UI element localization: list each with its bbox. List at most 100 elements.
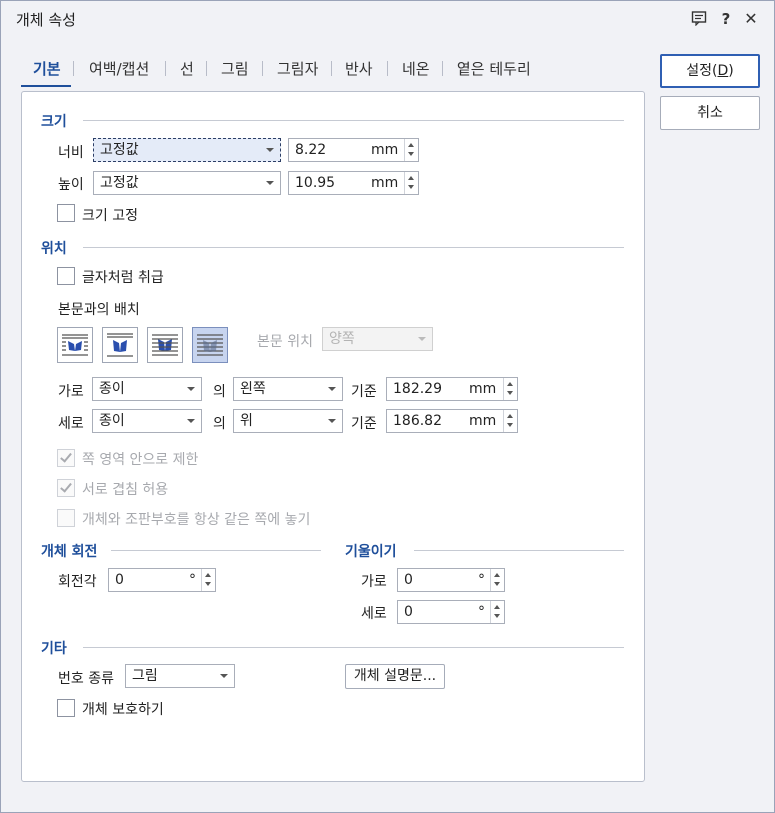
wrap-square-icon[interactable]: [57, 327, 93, 363]
tab-picture[interactable]: 그림: [221, 58, 249, 79]
vertical-ref-value: 종이: [99, 413, 125, 429]
tab-separator: [387, 61, 388, 76]
horizontal-offset-value: 182.29: [393, 381, 442, 397]
comment-icon[interactable]: [690, 10, 708, 28]
section-divider: [83, 247, 624, 248]
spin-up-icon[interactable]: [408, 143, 414, 147]
tab-neon[interactable]: 네온: [402, 58, 430, 79]
tab-separator: [73, 61, 74, 76]
skew-section-title: 기울이기: [345, 544, 397, 560]
spin-down-icon[interactable]: [494, 582, 500, 586]
height-input[interactable]: 10.95 mm: [288, 171, 419, 195]
vertical-align-value: 위: [240, 413, 253, 429]
tab-margin-caption[interactable]: 여백/캡션: [89, 58, 149, 79]
number-type-select[interactable]: 그림: [125, 664, 235, 688]
treat-as-char-checkbox[interactable]: [57, 267, 75, 285]
fix-size-checkbox[interactable]: [57, 204, 75, 222]
spin-up-icon[interactable]: [507, 414, 513, 418]
spin-down-icon[interactable]: [494, 614, 500, 618]
tab-separator: [206, 61, 207, 76]
protect-object-checkbox[interactable]: [57, 699, 75, 717]
height-mode-select[interactable]: 고정값: [93, 171, 281, 195]
section-divider: [83, 120, 624, 121]
of-label: 의: [213, 416, 226, 432]
wrap-top-bottom-icon[interactable]: [102, 327, 138, 363]
rotation-angle-input[interactable]: 0 °: [108, 568, 216, 592]
chevron-down-icon: [328, 419, 336, 423]
degree-unit: °: [189, 572, 196, 588]
spin-up-icon[interactable]: [494, 573, 500, 577]
spin-down-icon[interactable]: [507, 423, 513, 427]
horizontal-ref-select[interactable]: 종이: [92, 377, 202, 401]
tab-line[interactable]: 선: [180, 58, 194, 79]
object-properties-dialog: 개체 속성 ? ✕ 기본 여백/캡션 선 그림 그림자 반사 네온 옅은 테두리…: [0, 0, 775, 813]
rotation-angle-stepper[interactable]: [201, 569, 215, 591]
tab-separator: [262, 61, 263, 76]
vertical-offset-value: 186.82: [393, 413, 442, 429]
spin-up-icon[interactable]: [494, 605, 500, 609]
ok-button-hotkey: D: [717, 63, 729, 79]
base-label: 기준: [351, 384, 377, 400]
degree-unit: °: [478, 604, 485, 620]
body-position-select: 양쪽: [322, 327, 433, 351]
tab-basic[interactable]: 기본: [33, 58, 61, 79]
of-label: 의: [213, 384, 226, 400]
treat-as-char-label: 글자처럼 취급: [82, 270, 164, 286]
height-stepper[interactable]: [404, 172, 418, 194]
vertical-ref-select[interactable]: 종이: [92, 409, 202, 433]
skew-vertical-stepper[interactable]: [490, 601, 504, 623]
horizontal-align-value: 왼쪽: [240, 381, 266, 397]
base-label: 기준: [351, 416, 377, 432]
spin-down-icon[interactable]: [205, 582, 211, 586]
object-description-button[interactable]: 개체 설명문...: [345, 664, 445, 689]
skew-vertical-label: 세로: [361, 606, 387, 622]
body-position-value: 양쪽: [329, 331, 355, 347]
spin-down-icon[interactable]: [408, 185, 414, 189]
vertical-align-select[interactable]: 위: [233, 409, 343, 433]
cancel-button[interactable]: 취소: [660, 96, 760, 130]
spin-up-icon[interactable]: [205, 573, 211, 577]
chevron-down-icon: [220, 674, 228, 678]
allow-overlap-checkbox: [57, 479, 75, 497]
restrict-to-page-label: 쪽 영역 안으로 제한: [82, 452, 199, 468]
ok-button[interactable]: 설정(D): [660, 54, 760, 88]
chevron-down-icon: [187, 419, 195, 423]
size-section-title: 크기: [41, 114, 67, 130]
skew-horizontal-label: 가로: [361, 574, 387, 590]
wrap-label: 본문과의 배치: [58, 302, 140, 318]
skew-horizontal-stepper[interactable]: [490, 569, 504, 591]
horizontal-align-select[interactable]: 왼쪽: [233, 377, 343, 401]
height-label: 높이: [58, 177, 84, 193]
close-icon[interactable]: ✕: [742, 10, 760, 28]
horizontal-offset-input[interactable]: 182.29 mm: [386, 377, 518, 401]
width-input[interactable]: 8.22 mm: [288, 138, 419, 162]
chevron-down-icon: [266, 181, 274, 185]
skew-horizontal-value: 0: [404, 572, 413, 588]
tab-soft-edge[interactable]: 옅은 테두리: [457, 58, 531, 79]
spin-down-icon[interactable]: [507, 391, 513, 395]
width-stepper[interactable]: [404, 139, 418, 161]
tab-reflection[interactable]: 반사: [345, 58, 373, 79]
spin-down-icon[interactable]: [408, 152, 414, 156]
width-mode-select[interactable]: 고정값: [93, 138, 281, 162]
spin-up-icon[interactable]: [408, 176, 414, 180]
body-position-label: 본문 위치: [257, 334, 313, 350]
vertical-offset-stepper[interactable]: [503, 410, 517, 432]
wrap-behind-text-icon[interactable]: [147, 327, 183, 363]
tab-shadow[interactable]: 그림자: [277, 58, 318, 79]
width-label: 너비: [58, 145, 84, 161]
chevron-down-icon: [328, 387, 336, 391]
help-icon[interactable]: ?: [717, 10, 735, 28]
vertical-label: 세로: [58, 416, 84, 432]
rotation-angle-label: 회전각: [58, 574, 97, 590]
vertical-offset-input[interactable]: 186.82 mm: [386, 409, 518, 433]
chevron-down-icon: [187, 387, 195, 391]
wrap-in-front-icon[interactable]: [192, 327, 228, 363]
check-icon: [60, 450, 72, 463]
horizontal-offset-stepper[interactable]: [503, 378, 517, 400]
spin-up-icon[interactable]: [507, 382, 513, 386]
same-page-label: 개체와 조판부호를 항상 같은 쪽에 놓기: [82, 512, 311, 528]
skew-horizontal-input[interactable]: 0 °: [397, 568, 505, 592]
skew-vertical-input[interactable]: 0 °: [397, 600, 505, 624]
section-divider: [111, 550, 321, 551]
